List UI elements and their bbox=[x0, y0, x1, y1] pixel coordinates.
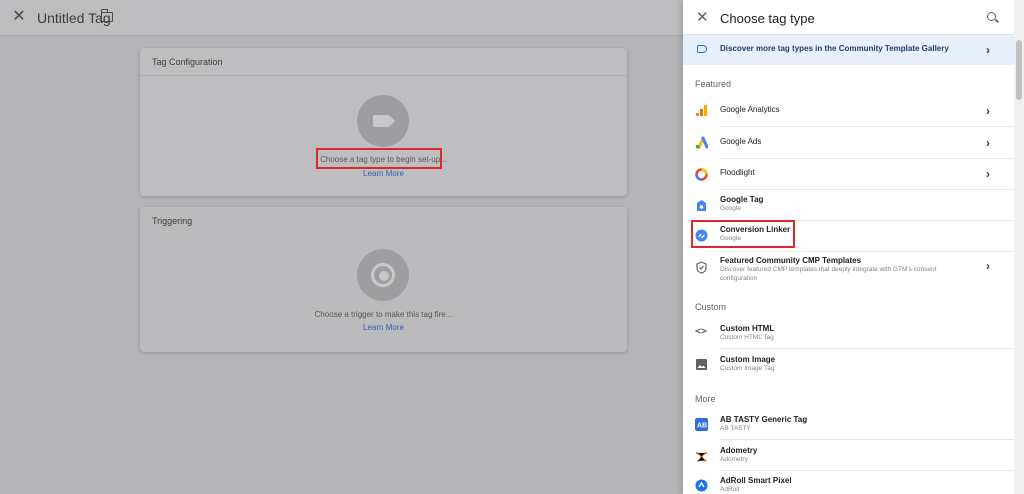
list-item-adometry[interactable]: Adometry Adometry bbox=[683, 440, 1014, 470]
item-subtitle: Custom HTML Tag bbox=[720, 334, 774, 341]
item-subtitle: Discover featured CMP templates that dee… bbox=[720, 266, 937, 282]
list-item-custom-html[interactable]: <> Custom HTML Custom HTML Tag bbox=[683, 318, 1014, 348]
tag-configuration-heading: Tag Configuration bbox=[152, 57, 223, 67]
choose-trigger-prompt[interactable]: Choose a trigger to make this tag fire..… bbox=[140, 310, 627, 319]
item-name: Google Ads bbox=[720, 137, 762, 146]
scrollbar-thumb[interactable] bbox=[1016, 40, 1022, 100]
panel-title: Choose tag type bbox=[720, 11, 815, 26]
chevron-right-icon: › bbox=[986, 136, 990, 150]
item-name: AB TASTY Generic Tag bbox=[720, 415, 808, 424]
list-item-cmp-templates[interactable]: Featured Community CMP Templates Discove… bbox=[683, 252, 1014, 289]
list-item-adroll[interactable]: AdRoll Smart Pixel AdRoll bbox=[683, 471, 1014, 494]
item-subtitle: AdRoll bbox=[720, 486, 740, 493]
adroll-icon bbox=[695, 479, 708, 492]
item-name: Custom HTML bbox=[720, 324, 775, 333]
item-subtitle: Adometry bbox=[720, 456, 748, 463]
tag-outline-icon bbox=[697, 45, 707, 53]
item-name: AdRoll Smart Pixel bbox=[720, 476, 792, 485]
community-gallery-banner[interactable]: Discover more tag types in the Community… bbox=[683, 35, 1014, 65]
close-icon[interactable]: ✕ bbox=[696, 10, 709, 25]
item-name: Google Tag bbox=[720, 195, 764, 204]
tag-configuration-card[interactable]: Tag Configuration Choose a tag type to b… bbox=[140, 48, 627, 196]
triggering-heading: Triggering bbox=[152, 216, 193, 226]
custom-section-label: Custom bbox=[695, 302, 727, 312]
google-analytics-icon bbox=[696, 105, 707, 116]
ab-tasty-icon: AB bbox=[695, 418, 708, 431]
floodlight-icon bbox=[695, 168, 708, 181]
item-subtitle: AB TASTY bbox=[720, 425, 751, 432]
list-item-google-analytics[interactable]: Google Analytics › bbox=[683, 96, 1014, 126]
shield-check-icon bbox=[696, 261, 707, 274]
featured-section-label: Featured bbox=[695, 79, 732, 89]
list-item-google-ads[interactable]: Google Ads › bbox=[683, 127, 1014, 158]
item-subtitle: Custom Image Tag bbox=[720, 365, 775, 372]
close-icon[interactable]: ✕ bbox=[12, 9, 26, 25]
tag-type-placeholder[interactable] bbox=[357, 95, 409, 147]
trigger-placeholder[interactable] bbox=[357, 249, 409, 301]
tag-name-title[interactable]: Untitled Tag bbox=[37, 10, 111, 26]
chevron-right-icon: › bbox=[986, 259, 990, 273]
trigger-icon bbox=[371, 263, 395, 287]
adometry-icon bbox=[696, 452, 707, 462]
item-name: Featured Community CMP Templates bbox=[720, 256, 862, 265]
panel-scrollbar[interactable] bbox=[1014, 0, 1024, 494]
code-icon: <> bbox=[695, 326, 708, 337]
item-name: Floodlight bbox=[720, 168, 755, 177]
highlight-box bbox=[691, 220, 795, 248]
item-subtitle: Google bbox=[720, 205, 741, 212]
item-name: Google Analytics bbox=[720, 105, 780, 114]
triggering-card[interactable]: Triggering Choose a trigger to make this… bbox=[140, 207, 627, 352]
editor-topbar: ✕ Untitled Tag bbox=[0, 0, 683, 36]
list-item-google-tag[interactable]: Google Tag Google bbox=[683, 190, 1014, 220]
svg-text:AB: AB bbox=[697, 423, 707, 430]
learn-more-link[interactable]: Learn More bbox=[140, 323, 627, 332]
google-ads-icon bbox=[695, 136, 708, 149]
google-tag-icon bbox=[697, 200, 706, 211]
tag-icon bbox=[373, 115, 395, 127]
more-section-label: More bbox=[695, 394, 716, 404]
chevron-right-icon: › bbox=[986, 167, 990, 181]
card-divider bbox=[140, 75, 627, 76]
highlight-box bbox=[316, 148, 442, 169]
gallery-link-text: Discover more tag types in the Community… bbox=[720, 44, 949, 53]
folder-icon[interactable] bbox=[100, 9, 113, 22]
search-icon[interactable] bbox=[987, 12, 996, 21]
list-item-custom-image[interactable]: Custom Image Custom Image Tag bbox=[683, 349, 1014, 379]
list-item-ab-tasty[interactable]: AB AB TASTY Generic Tag AB TASTY bbox=[683, 409, 1014, 439]
list-item-floodlight[interactable]: Floodlight › bbox=[683, 159, 1014, 189]
panel-header: ✕ Choose tag type bbox=[683, 0, 1024, 35]
image-icon bbox=[696, 359, 707, 370]
chevron-right-icon: › bbox=[986, 43, 990, 57]
item-name: Custom Image bbox=[720, 355, 776, 364]
chevron-right-icon: › bbox=[986, 104, 990, 118]
learn-more-link[interactable]: Learn More bbox=[140, 169, 627, 178]
item-name: Adometry bbox=[720, 446, 758, 455]
